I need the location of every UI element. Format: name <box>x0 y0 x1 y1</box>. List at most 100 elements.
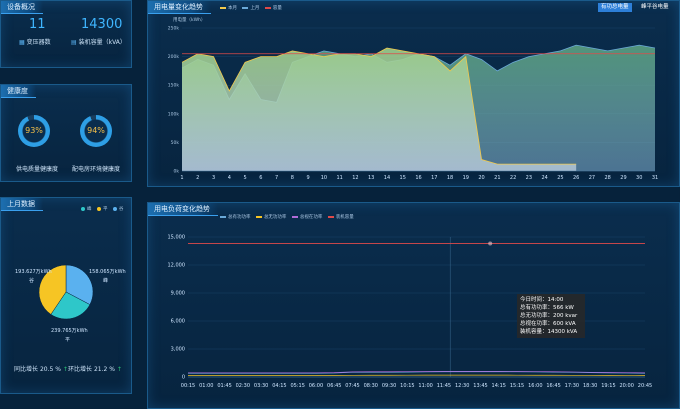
x-tick-label: 24 <box>541 175 547 181</box>
x-tick-label: 28 <box>605 175 611 181</box>
x-tick-label: 13 <box>368 175 374 181</box>
x-tick-label: 08:30 <box>364 383 378 389</box>
panel-title: 上月数据 <box>1 198 43 211</box>
gauge-label: 配电房环境健康度 <box>72 164 120 173</box>
x-tick-label: 10 <box>321 175 327 181</box>
health-panel: 健康度 93% 94% 供电质量健康度 配电房环境健康度 <box>0 84 132 182</box>
x-tick-label: 11:45 <box>437 383 451 389</box>
x-tick-label: 12 <box>352 175 358 181</box>
x-tick-label: 4 <box>228 175 231 181</box>
x-tick-label: 21 <box>494 175 500 181</box>
tooltip-reactive: 总无功功率：200 kvar <box>520 312 582 320</box>
gauge-value: 94% <box>80 115 112 147</box>
transformer-label: ▦ 变压器数 <box>19 37 51 46</box>
y-tick-label: 0 <box>182 375 185 381</box>
pie-label-name: 峰 <box>103 277 108 284</box>
x-tick-label: 6 <box>259 175 262 181</box>
gauge-value: 93% <box>18 115 50 147</box>
x-tick-label: 31 <box>652 175 658 181</box>
tooltip-active: 总有功功率：566 kW <box>520 304 582 312</box>
panel-title: 设备概况 <box>1 1 43 14</box>
yoy-growth: 同比增长 20.5 % ↑ <box>14 364 68 373</box>
x-tick-label: 19:15 <box>601 383 615 389</box>
x-tick-label: 15 <box>400 175 406 181</box>
y-tick-label: 0k <box>174 169 180 175</box>
x-tick-label: 10:15 <box>400 383 414 389</box>
hover-marker <box>488 242 492 246</box>
legend-swatch <box>97 207 101 211</box>
gauge-label: 供电质量健康度 <box>16 164 58 173</box>
transformer-icon: ▦ <box>19 39 25 46</box>
x-tick-label: 01:45 <box>217 383 231 389</box>
load-chart: 0 3,000 6,000 9,000 12,000 15,000 00:15 01:00 01… <box>148 203 679 408</box>
y-tick-label: 50k <box>171 140 180 146</box>
x-tick-label: 29 <box>620 175 626 181</box>
y-tick-label: 15,000 <box>168 235 186 241</box>
pie-label-name: 谷 <box>29 277 34 284</box>
x-tick-label: 17:30 <box>565 383 579 389</box>
x-tick-label: 07:45 <box>345 383 359 389</box>
energy-trend-panel: 用电量变化趋势 本月 上月 容量 有功总电量 峰平谷电量 用电量（kWh） 0k… <box>147 0 680 187</box>
tooltip-apparent: 总视在功率：600 kVA <box>520 320 582 328</box>
equipment-panel: 设备概况 11 14300 ▦ 变压器数 ▤ 装机容量（kVA） <box>0 0 132 68</box>
capacity-icon: ▤ <box>71 39 77 46</box>
y-tick-label: 100k <box>168 111 180 117</box>
x-tick-label: 20:45 <box>638 383 652 389</box>
x-tick-label: 01:00 <box>199 383 213 389</box>
legend-swatch <box>81 207 85 211</box>
x-tick-label: 06:00 <box>309 383 323 389</box>
y-tick-label: 150k <box>168 83 180 89</box>
x-tick-label: 00:15 <box>181 383 195 389</box>
x-tick-label: 7 <box>275 175 278 181</box>
x-tick-label: 2 <box>196 175 199 181</box>
x-tick-label: 04:15 <box>272 383 286 389</box>
x-tick-label: 16 <box>415 175 421 181</box>
x-tick-label: 03:30 <box>254 383 268 389</box>
x-tick-label: 09:30 <box>382 383 396 389</box>
mom-growth: 环比增长 21.2 % ↑ <box>68 364 122 373</box>
x-tick-label: 1 <box>180 175 183 181</box>
x-tick-label: 20 <box>478 175 484 181</box>
panel-title: 健康度 <box>1 85 36 98</box>
x-tick-label: 19 <box>463 175 469 181</box>
x-tick-label: 16:00 <box>528 383 542 389</box>
pie-chart: 193.627万kWh谷158.065万kWh峰239.765万kWh平 <box>1 248 131 368</box>
pie-label-name: 平 <box>65 337 70 343</box>
load-tooltip: 今日时间：14:00 总有功功率：566 kW 总无功功率：200 kvar 总… <box>517 294 585 338</box>
x-tick-label: 11 <box>336 175 342 181</box>
x-tick-label: 12:30 <box>455 383 469 389</box>
x-tick-label: 27 <box>589 175 595 181</box>
transformer-count: 11 <box>29 17 46 32</box>
x-tick-label: 3 <box>212 175 215 181</box>
y-tick-label: 3,000 <box>171 347 185 353</box>
x-tick-label: 20:00 <box>620 383 634 389</box>
tooltip-time: 今日时间：14:00 <box>520 296 582 304</box>
pie-legend: 峰 平 谷 <box>77 206 123 212</box>
x-tick-label: 25 <box>557 175 563 181</box>
installed-capacity: 14300 <box>81 17 122 32</box>
x-tick-label: 06:45 <box>327 383 341 389</box>
load-trend-panel: 用电负荷变化趋势 总有功功率 总无功功率 总视在功率 装机容量 03,0006,… <box>147 202 680 409</box>
x-tick-label: 13:45 <box>473 383 487 389</box>
legend-swatch <box>113 207 117 211</box>
y-tick-label: 9,000 <box>171 291 185 297</box>
x-tick-label: 18 <box>447 175 453 181</box>
x-tick-label: 8 <box>291 175 294 181</box>
x-tick-label: 14:15 <box>492 383 506 389</box>
x-tick-label: 9 <box>307 175 310 181</box>
x-tick-label: 26 <box>573 175 579 181</box>
y-tick-label: 6,000 <box>171 319 185 325</box>
x-tick-label: 30 <box>636 175 642 181</box>
x-tick-label: 18:30 <box>583 383 597 389</box>
x-tick-label: 15:15 <box>510 383 524 389</box>
y-tick-label: 200k <box>168 54 180 60</box>
x-tick-label: 17 <box>431 175 437 181</box>
x-tick-label: 02:30 <box>236 383 250 389</box>
tooltip-capacity: 装机容量：14300 kVA <box>520 328 582 336</box>
x-tick-label: 11:00 <box>418 383 432 389</box>
x-tick-label: 5 <box>243 175 246 181</box>
y-tick-label: 12,000 <box>168 263 186 269</box>
monthly-panel: 上月数据 峰 平 谷 193.627万kWh谷158.065万kWh峰239.7… <box>0 197 132 394</box>
x-tick-label: 16:45 <box>546 383 560 389</box>
y-tick-label: 250k <box>168 26 180 32</box>
